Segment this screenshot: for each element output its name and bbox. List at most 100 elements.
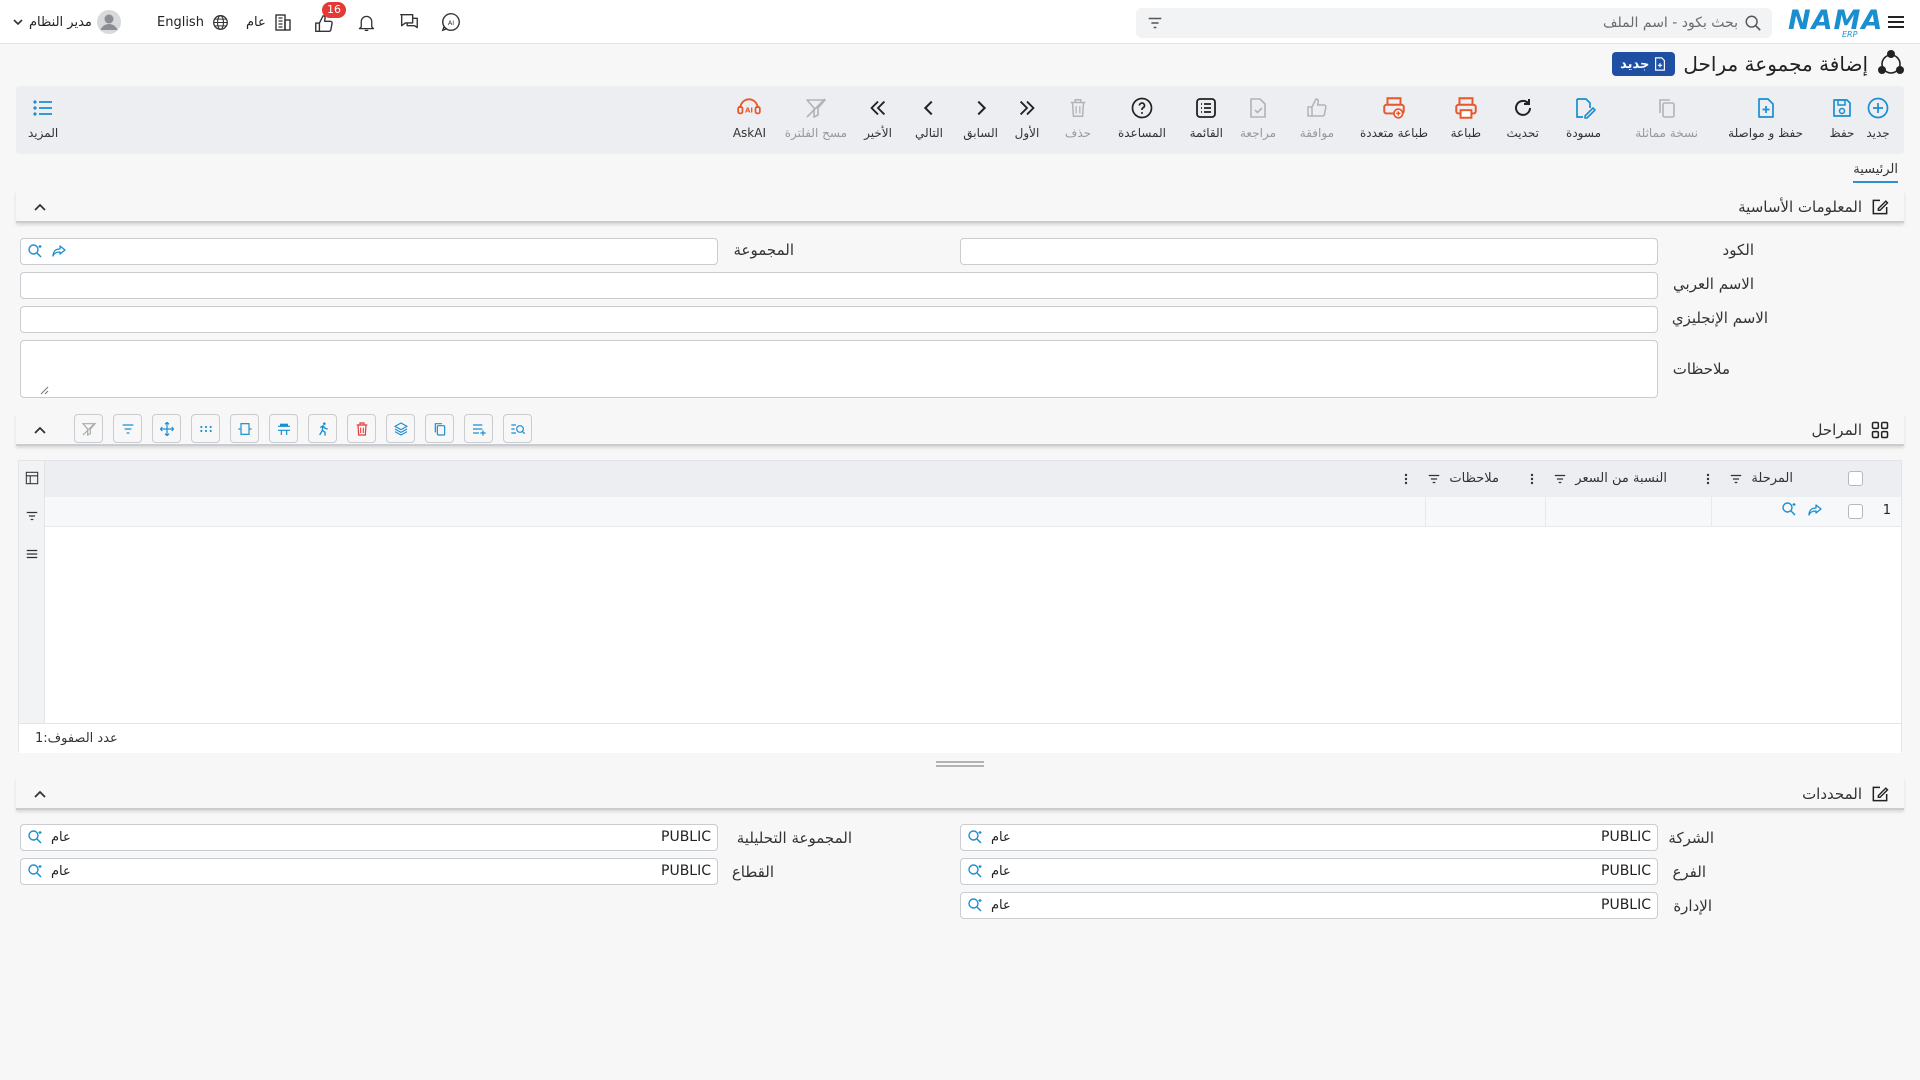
search-lookup-icon[interactable] (967, 897, 983, 913)
grid-layers-button[interactable] (386, 414, 415, 443)
cell-notes[interactable] (1425, 497, 1545, 527)
approve-button[interactable]: موافقة (1300, 94, 1334, 150)
collapse-determinants-button[interactable] (30, 784, 50, 804)
new-file-icon (1655, 57, 1666, 71)
filter-icon[interactable] (1553, 472, 1567, 486)
search-lookup-icon[interactable] (1781, 501, 1797, 517)
scope-switch[interactable]: عام (246, 0, 295, 44)
columns-panel-icon[interactable] (25, 471, 39, 485)
select-all-checkbox[interactable] (1848, 471, 1863, 486)
branch-value: PUBLIC (1601, 863, 1651, 879)
duplicate-button[interactable]: نسخة مماثلة (1635, 94, 1698, 150)
page-header: إضافة مجموعة مراحل جديد (1612, 48, 1906, 80)
next-button[interactable]: التالي (915, 94, 943, 150)
grid-run-button[interactable] (308, 414, 337, 443)
notes-textarea[interactable] (20, 340, 1658, 398)
department-lookup-input[interactable]: PUBLIC عام (960, 892, 1658, 919)
code-input[interactable] (960, 238, 1658, 265)
grid-dots-button[interactable] (191, 414, 220, 443)
search-lookup-icon[interactable] (967, 829, 983, 845)
table-row[interactable]: 1 (45, 497, 1901, 527)
group-lookup-input[interactable] (20, 238, 718, 265)
search-lookup-icon[interactable] (27, 829, 43, 845)
help-button[interactable]: المساعدة (1118, 94, 1166, 150)
help-icon (1128, 94, 1156, 122)
user-menu[interactable]: مدير النظام (12, 0, 121, 44)
arabic-name-input[interactable] (20, 272, 1658, 299)
filter-icon[interactable] (1729, 472, 1743, 486)
collapse-stages-button[interactable] (30, 420, 50, 440)
column-header-notes[interactable]: ملاحظات (1403, 471, 1499, 486)
scope-label: عام (246, 14, 266, 30)
list-bullets-icon (29, 94, 57, 122)
language-switch[interactable]: English (157, 0, 233, 44)
menu-lines-icon[interactable] (25, 547, 39, 561)
column-menu-icon[interactable] (1529, 472, 1535, 486)
grid-move-button[interactable] (152, 414, 181, 443)
list-button[interactable]: القائمة (1190, 94, 1223, 150)
grid-table-layout-button[interactable] (269, 414, 298, 443)
nama-logo[interactable]: NAMA ERP (1788, 5, 1882, 39)
column-header-price-ratio[interactable]: النسبة من السعر (1529, 471, 1667, 486)
multi-print-button[interactable]: طباعة متعددة (1360, 94, 1428, 150)
grid-delete-button[interactable] (347, 414, 376, 443)
branch-lookup-input[interactable]: PUBLIC عام (960, 858, 1658, 885)
grid-filter-button[interactable] (113, 414, 142, 443)
messages-button[interactable] (397, 0, 421, 44)
department-tag: عام (991, 897, 1011, 913)
cell-stage[interactable] (1711, 497, 1837, 527)
askai-button[interactable]: AI AskAI (733, 94, 766, 150)
save-button[interactable]: حفظ (1828, 94, 1856, 150)
notifications-button[interactable] (354, 0, 378, 44)
sector-lookup-input[interactable]: PUBLIC عام (20, 858, 718, 885)
last-button[interactable]: الأخير (864, 94, 892, 150)
column-menu-icon[interactable] (1403, 472, 1409, 486)
search-input[interactable] (1176, 13, 1738, 33)
filter-icon[interactable] (1427, 472, 1441, 486)
ai-assistant-button[interactable]: AI (439, 0, 463, 44)
search-lookup-icon[interactable] (27, 863, 43, 879)
refresh-button[interactable]: تحديث (1506, 94, 1539, 150)
filter-icon[interactable] (1146, 14, 1164, 32)
open-link-icon[interactable] (51, 243, 67, 259)
chevron-up-icon (34, 426, 46, 434)
save-continue-button[interactable]: حفظ و مواصلة (1728, 94, 1803, 150)
delete-button[interactable]: حذف (1064, 94, 1092, 150)
file-plus-icon (1752, 94, 1780, 122)
analytic-group-lookup-input[interactable]: PUBLIC عام (20, 824, 718, 851)
filter-panel-icon[interactable] (25, 509, 39, 523)
tab-main[interactable]: الرئيسية (1853, 162, 1898, 183)
column-header-stage[interactable]: المرحلة (1705, 471, 1793, 486)
row-checkbox[interactable] (1848, 504, 1863, 519)
resize-handle-icon[interactable] (39, 385, 49, 395)
company-label: الشركة (1668, 829, 1714, 847)
new-button[interactable]: جديد (1864, 94, 1892, 150)
approvals-button[interactable]: 16 (312, 0, 346, 44)
search-lookup-icon[interactable] (27, 243, 43, 259)
review-button[interactable]: مراجعة (1240, 94, 1276, 150)
new-button-label: جديد (1866, 126, 1890, 140)
main-menu-button[interactable] (1884, 0, 1908, 44)
grid-insert-rows-button[interactable] (464, 414, 493, 443)
svg-text:AI: AI (745, 105, 753, 114)
grid-clear-filter-button[interactable] (74, 414, 103, 443)
more-button[interactable]: المزيد (28, 94, 58, 150)
resize-splitter[interactable] (936, 760, 984, 768)
open-link-icon[interactable] (1807, 502, 1823, 518)
collapse-basic-info-button[interactable] (30, 197, 50, 217)
column-menu-icon[interactable] (1705, 472, 1711, 486)
company-lookup-input[interactable]: PUBLIC عام (960, 824, 1658, 851)
logo-text: NAMA (1788, 5, 1884, 36)
previous-button[interactable]: السابق (963, 94, 998, 150)
first-button[interactable]: الأول (1013, 94, 1041, 150)
draft-button[interactable]: مسودة (1566, 94, 1601, 150)
thumbs-up-icon (1303, 94, 1331, 122)
grid-copy-button[interactable] (425, 414, 454, 443)
clear-filter-button[interactable]: مسح الفلترة (785, 94, 847, 150)
search-lookup-icon[interactable] (967, 863, 983, 879)
cell-price-ratio[interactable] (1545, 497, 1711, 527)
english-name-input[interactable] (20, 306, 1658, 333)
print-button[interactable]: طباعة (1451, 94, 1481, 150)
grid-search-button[interactable] (503, 414, 532, 443)
grid-column-width-button[interactable] (230, 414, 259, 443)
